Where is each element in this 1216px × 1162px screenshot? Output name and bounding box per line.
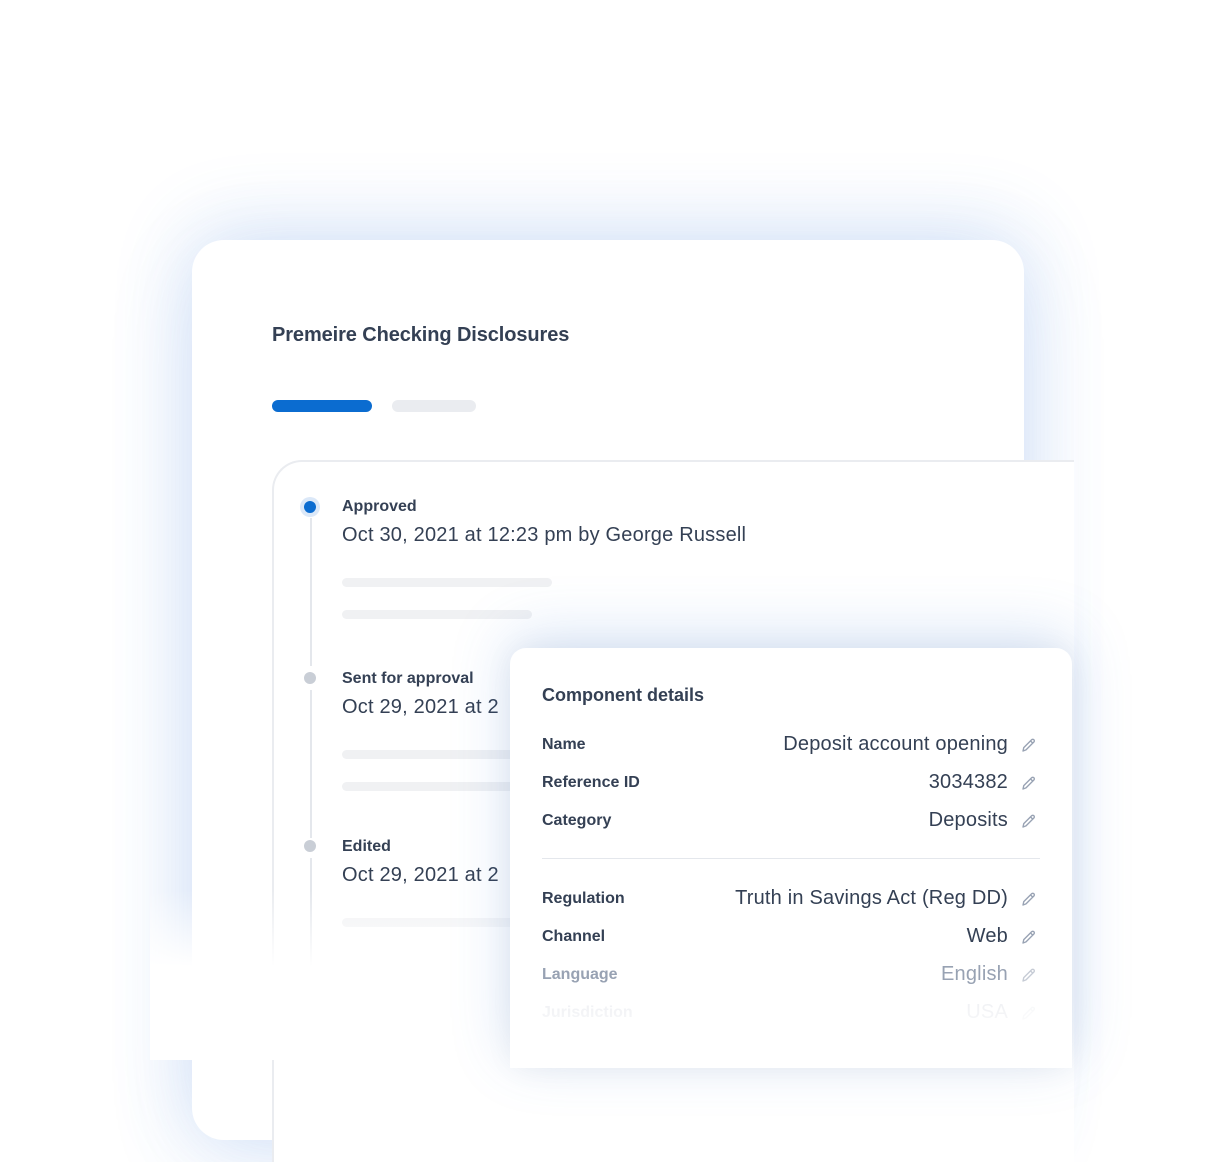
detail-row-regulation: Regulation Truth in Savings Act (Reg DD) <box>542 884 1040 914</box>
detail-row-reference-id: Reference ID 3034382 <box>542 768 1040 798</box>
skeleton-line <box>342 610 532 619</box>
detail-label: Jurisdiction <box>542 1004 633 1021</box>
pencil-icon[interactable] <box>1020 812 1038 830</box>
detail-row-name: Name Deposit account opening <box>542 730 1040 760</box>
detail-label: Language <box>542 966 618 983</box>
timeline-event-label: Approved <box>342 498 417 515</box>
component-details-card: Component details Name Deposit account o… <box>510 648 1072 1068</box>
detail-label: Channel <box>542 928 606 945</box>
timeline-event-label: Edited <box>342 838 391 855</box>
detail-value: Web <box>966 925 1008 947</box>
detail-label: Reference ID <box>542 774 640 791</box>
detail-value: Deposit account opening <box>783 733 1008 755</box>
skeleton-line <box>342 782 532 791</box>
detail-value: Deposits <box>928 809 1008 831</box>
timeline-event-date: Oct 30, 2021 at 12:23 pm by George Russe… <box>342 524 747 546</box>
timeline-dot-active <box>304 501 316 513</box>
details-title: Component details <box>542 685 705 705</box>
detail-value: USA <box>966 1001 1008 1023</box>
timeline-connector <box>310 690 312 838</box>
timeline-dot <box>304 840 316 852</box>
detail-label: Name <box>542 736 586 753</box>
page-title: Premeire Checking Disclosures <box>272 324 570 346</box>
detail-row-channel: Channel Web <box>542 922 1040 952</box>
timeline-dot <box>304 672 316 684</box>
timeline-connector <box>310 518 312 666</box>
pencil-icon[interactable] <box>1020 736 1038 754</box>
pencil-icon[interactable] <box>1020 1004 1038 1022</box>
tab-inactive[interactable] <box>392 400 476 412</box>
timeline-event-date: Oct 29, 2021 at 2 <box>342 864 499 886</box>
detail-label: Category <box>542 812 612 829</box>
pencil-icon[interactable] <box>1020 774 1038 792</box>
detail-value: 3034382 <box>928 771 1008 793</box>
detail-row-jurisdiction: Jurisdiction USA <box>542 998 1040 1028</box>
timeline-event-date: Oct 29, 2021 at 2 <box>342 696 499 718</box>
detail-value: English <box>941 963 1008 985</box>
pencil-icon[interactable] <box>1020 928 1038 946</box>
section-divider <box>542 858 1040 859</box>
tab-active[interactable] <box>272 400 372 412</box>
timeline-event-label: Sent for approval <box>342 670 474 687</box>
pencil-icon[interactable] <box>1020 966 1038 984</box>
detail-label: Regulation <box>542 890 625 907</box>
detail-row-language: Language English <box>542 960 1040 990</box>
pencil-icon[interactable] <box>1020 890 1038 908</box>
skeleton-line <box>342 578 552 587</box>
detail-row-category: Category Deposits <box>542 806 1040 836</box>
detail-value: Truth in Savings Act (Reg DD) <box>735 887 1008 909</box>
